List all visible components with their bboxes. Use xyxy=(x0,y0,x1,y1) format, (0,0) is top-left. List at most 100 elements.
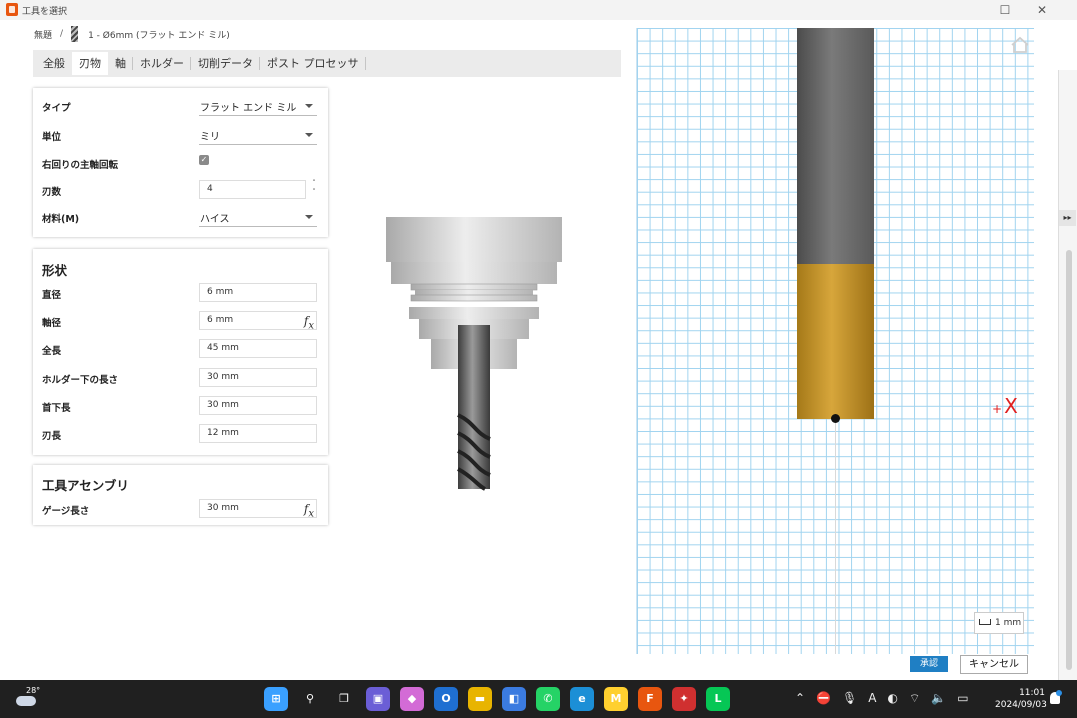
tray-icon[interactable]: ◐ xyxy=(887,691,897,706)
material-label: 材料(M) xyxy=(42,214,80,225)
flutes-label: 刃数 xyxy=(42,187,62,198)
below-holder-input[interactable]: 30 mm xyxy=(199,368,317,387)
search-icon[interactable]: ⚲ xyxy=(298,687,322,711)
preview-shank xyxy=(797,28,874,264)
type-label: タイプ xyxy=(42,103,71,114)
below-holder-row: ホルダー下の長さ 30 mm xyxy=(33,367,328,389)
assembly-title: 工具アセンブリ xyxy=(42,478,129,493)
tray-icon[interactable]: 🎙 xyxy=(842,691,857,706)
clock[interactable]: 11:01 2024/09/03 xyxy=(995,687,1047,711)
explorer-icon[interactable]: ▬ xyxy=(468,687,492,711)
clock-time: 11:01 xyxy=(1019,688,1045,698)
home-icon[interactable] xyxy=(1010,36,1030,54)
cancel-button[interactable]: キャンセル xyxy=(960,655,1028,674)
flutes-input[interactable]: 4 xyxy=(199,180,306,199)
taskbar: 28° ⊞ ⚲ ❐ ▣ ◆ O ▬ ◧ ✆ e M F ✦ L ⌃ ⛔ 🎙 A ◐ ⌔ 🔈 ▭ 11:01 2024/0… xyxy=(0,680,1077,718)
holder-ring xyxy=(410,283,538,291)
start-icon[interactable]: ⊞ xyxy=(264,687,288,711)
preview-flute xyxy=(797,264,874,419)
whatsapp-icon[interactable]: ✆ xyxy=(536,687,560,711)
tab-holder[interactable]: ホルダー xyxy=(133,52,191,75)
diameter-label: 直径 xyxy=(42,290,62,301)
formula-icon[interactable]: fx xyxy=(304,502,314,519)
holder-nut xyxy=(409,307,539,319)
tab-shaft[interactable]: 軸 xyxy=(108,52,133,75)
shoulder-length-input[interactable]: 30 mm xyxy=(199,396,317,415)
chevron-down-icon xyxy=(305,215,313,219)
holder-collar xyxy=(391,262,557,284)
gauge-length-value: 30 mm xyxy=(207,503,239,513)
tool-thumbnail-icon xyxy=(71,26,79,42)
axis-letter: X xyxy=(1004,394,1018,418)
fusion-icon[interactable]: F xyxy=(638,687,662,711)
x-axis-label: + X xyxy=(992,394,1018,418)
tab-bar: 全般 刃物 軸 ホルダー 切削データ ポスト プロセッサ xyxy=(33,50,621,77)
stepper-up-icon[interactable]: ˄ xyxy=(309,179,319,188)
system-tray: ⌃ ⛔ 🎙 A ◐ ⌔ 🔈 ▭ xyxy=(795,691,969,706)
copilot-icon[interactable]: ◆ xyxy=(400,687,424,711)
stepper-down-icon[interactable]: ˅ xyxy=(309,188,319,197)
overall-length-input[interactable]: 45 mm xyxy=(199,339,317,358)
tray-icon[interactable]: ⛔ xyxy=(816,691,831,706)
scrollbar[interactable] xyxy=(1066,250,1072,670)
center-line xyxy=(835,419,836,654)
taskbar-apps: ⊞ ⚲ ❐ ▣ ◆ O ▬ ◧ ✆ e M F ✦ L xyxy=(264,687,730,711)
tab-general[interactable]: 全般 xyxy=(36,52,72,75)
line-icon[interactable]: L xyxy=(706,687,730,711)
tab-cutting-data[interactable]: 切削データ xyxy=(191,52,260,75)
clock-date: 2024/09/03 xyxy=(995,700,1047,710)
gauge-length-input[interactable]: 30 mm fx xyxy=(199,499,317,519)
weather-widget[interactable]: 28° xyxy=(14,686,44,712)
shaft-diameter-value: 6 mm xyxy=(207,315,234,325)
tray-icon[interactable]: 🔈 xyxy=(931,691,946,706)
edge-icon[interactable]: e xyxy=(570,687,594,711)
unit-select[interactable]: ミリ xyxy=(199,125,317,145)
chevron-down-icon xyxy=(305,133,313,137)
gauge-length-row: ゲージ長さ 30 mm fx xyxy=(33,498,328,520)
tab-post-processor[interactable]: ポスト プロセッサ xyxy=(260,52,366,75)
clockwise-checkbox[interactable]: ✓ xyxy=(199,155,209,165)
title-bar: 工具を選択 ☐ ✕ xyxy=(0,0,1077,20)
flutes-row: 刃数 4 ˄ ˅ xyxy=(33,179,328,201)
cloud-icon xyxy=(16,696,36,706)
holder-ring xyxy=(415,290,533,295)
type-value: フラット エンド ミル xyxy=(200,103,297,114)
ok-button[interactable]: 承認 xyxy=(910,656,948,672)
axis-sign: + xyxy=(992,402,1003,416)
tray-icon[interactable]: ⌔ xyxy=(909,691,920,706)
store-icon[interactable]: ◧ xyxy=(502,687,526,711)
unit-label: 単位 xyxy=(42,132,62,143)
tray-icon[interactable]: ▭ xyxy=(957,691,968,706)
tool-shank xyxy=(458,325,490,407)
type-select[interactable]: フラット エンド ミル xyxy=(199,96,317,116)
miro-icon[interactable]: M xyxy=(604,687,628,711)
task-view-icon[interactable]: ❐ xyxy=(332,687,356,711)
tray-icon[interactable]: A xyxy=(868,691,876,706)
below-holder-label: ホルダー下の長さ xyxy=(42,375,119,386)
close-icon[interactable]: ✕ xyxy=(1032,2,1052,18)
geometry-title: 形状 xyxy=(42,263,68,278)
temperature: 28° xyxy=(26,686,41,695)
shoulder-length-row: 首下長 30 mm xyxy=(33,395,328,417)
material-select[interactable]: ハイス xyxy=(199,207,317,227)
tool-3d-image xyxy=(386,217,562,491)
flute-length-input[interactable]: 12 mm xyxy=(199,424,317,443)
scale-bracket-icon xyxy=(979,619,991,625)
notification-badge xyxy=(1056,690,1062,696)
breadcrumb-root[interactable]: 無題 xyxy=(34,28,52,41)
holder-ring xyxy=(410,294,538,302)
clockwise-row: 右回りの主軸回転 ✓ xyxy=(33,152,328,174)
flutes-stepper[interactable]: ˄ ˅ xyxy=(309,179,319,199)
tab-cutter[interactable]: 刃物 xyxy=(72,52,108,75)
formula-icon[interactable]: fx xyxy=(304,314,314,331)
tray-icon[interactable]: ⌃ xyxy=(795,691,805,706)
maximize-icon[interactable]: ☐ xyxy=(995,2,1015,18)
shaft-diameter-input[interactable]: 6 mm fx xyxy=(199,311,317,331)
diameter-input[interactable]: 6 mm xyxy=(199,283,317,302)
app-red-icon[interactable]: ✦ xyxy=(672,687,696,711)
tool-preview-grid[interactable]: + X 1 mm xyxy=(636,28,1034,654)
teams-icon[interactable]: ▣ xyxy=(366,687,390,711)
scale-value: 1 mm xyxy=(995,618,1022,628)
outlook-icon[interactable]: O xyxy=(434,687,458,711)
expand-panel-icon[interactable]: ▸▸ xyxy=(1059,210,1076,226)
